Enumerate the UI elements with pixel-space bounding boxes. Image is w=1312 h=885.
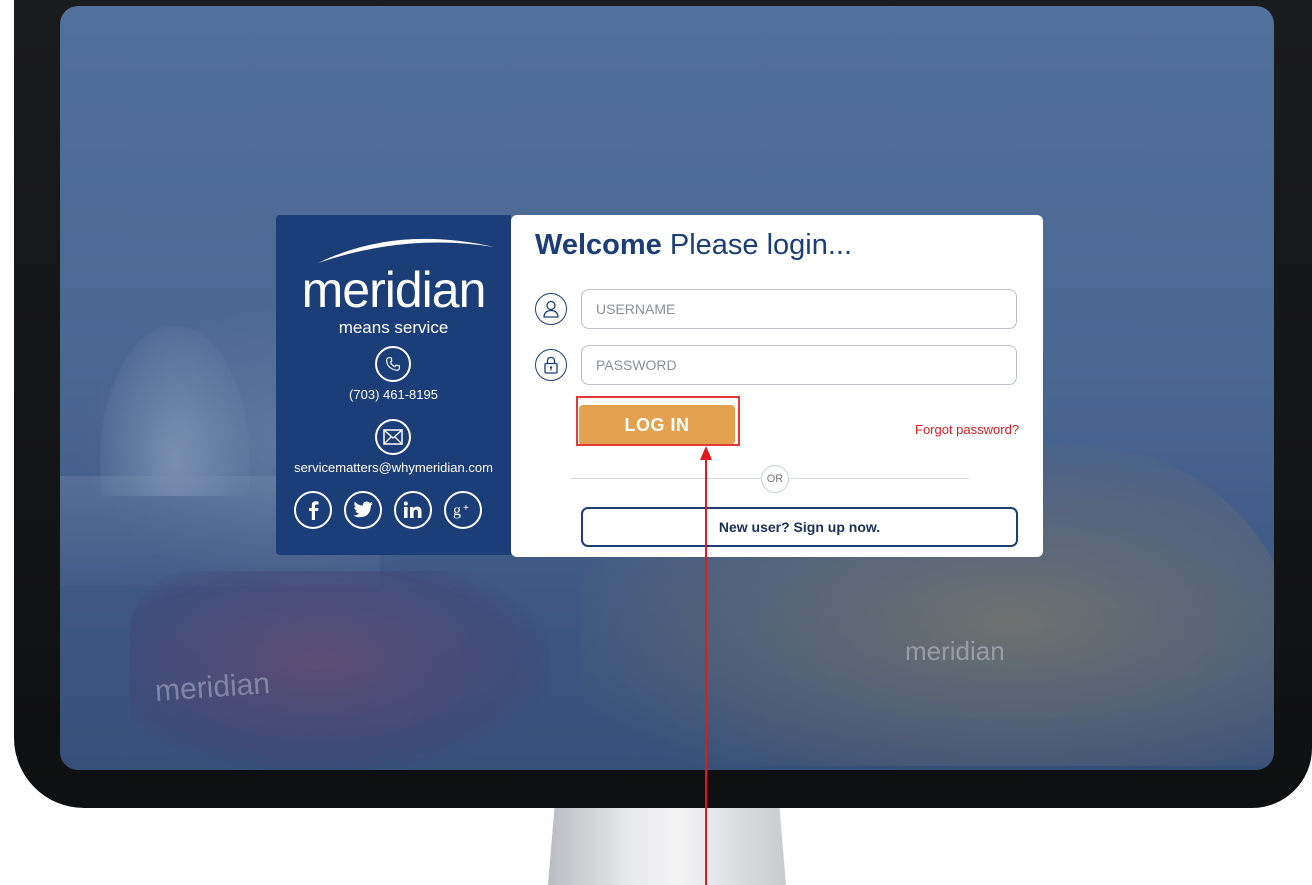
welcome-bold: Welcome [535, 229, 662, 261]
or-divider-right [789, 478, 969, 479]
monitor-stand [548, 800, 786, 885]
password-input[interactable] [581, 345, 1017, 385]
svg-text:+: + [463, 503, 469, 514]
background-capitol-dome [100, 326, 250, 496]
signup-button[interactable]: New user? Sign up now. [581, 507, 1018, 547]
brand-panel: meridian means service (703) 461-8195 se… [276, 215, 511, 555]
background-van-logo: meridian [905, 636, 1005, 666]
lock-icon [535, 349, 567, 381]
user-icon [535, 293, 567, 325]
google-plus-icon[interactable]: g + [444, 491, 482, 529]
login-panel: Welcome Please login... LOG IN Forgot pa… [511, 215, 1043, 557]
email-icon[interactable] [375, 419, 411, 455]
linkedin-icon[interactable] [394, 491, 432, 529]
phone-icon[interactable] [375, 346, 411, 382]
background-car [130, 571, 550, 770]
monitor-screen: meridian meridian meridian means service… [60, 6, 1274, 770]
or-separator: OR [761, 465, 789, 493]
welcome-rest: Please login... [661, 229, 853, 261]
login-button-highlight [576, 396, 740, 446]
brand-tagline: means service [338, 318, 449, 337]
twitter-icon[interactable] [344, 491, 382, 529]
phone-number[interactable]: (703) 461-8195 [276, 387, 511, 402]
svg-text:g: g [453, 502, 461, 519]
brand-logo: meridian [301, 262, 487, 318]
annotation-arrow [705, 454, 707, 885]
page-title: Welcome Please login... [535, 229, 852, 262]
facebook-icon[interactable] [294, 491, 332, 529]
email-address[interactable]: servicematters@whymeridian.com [276, 460, 511, 475]
or-divider-left [571, 478, 761, 479]
forgot-password-link[interactable]: Forgot password? [915, 422, 1019, 437]
username-input[interactable] [581, 289, 1017, 329]
logo-arc-icon [318, 238, 494, 263]
